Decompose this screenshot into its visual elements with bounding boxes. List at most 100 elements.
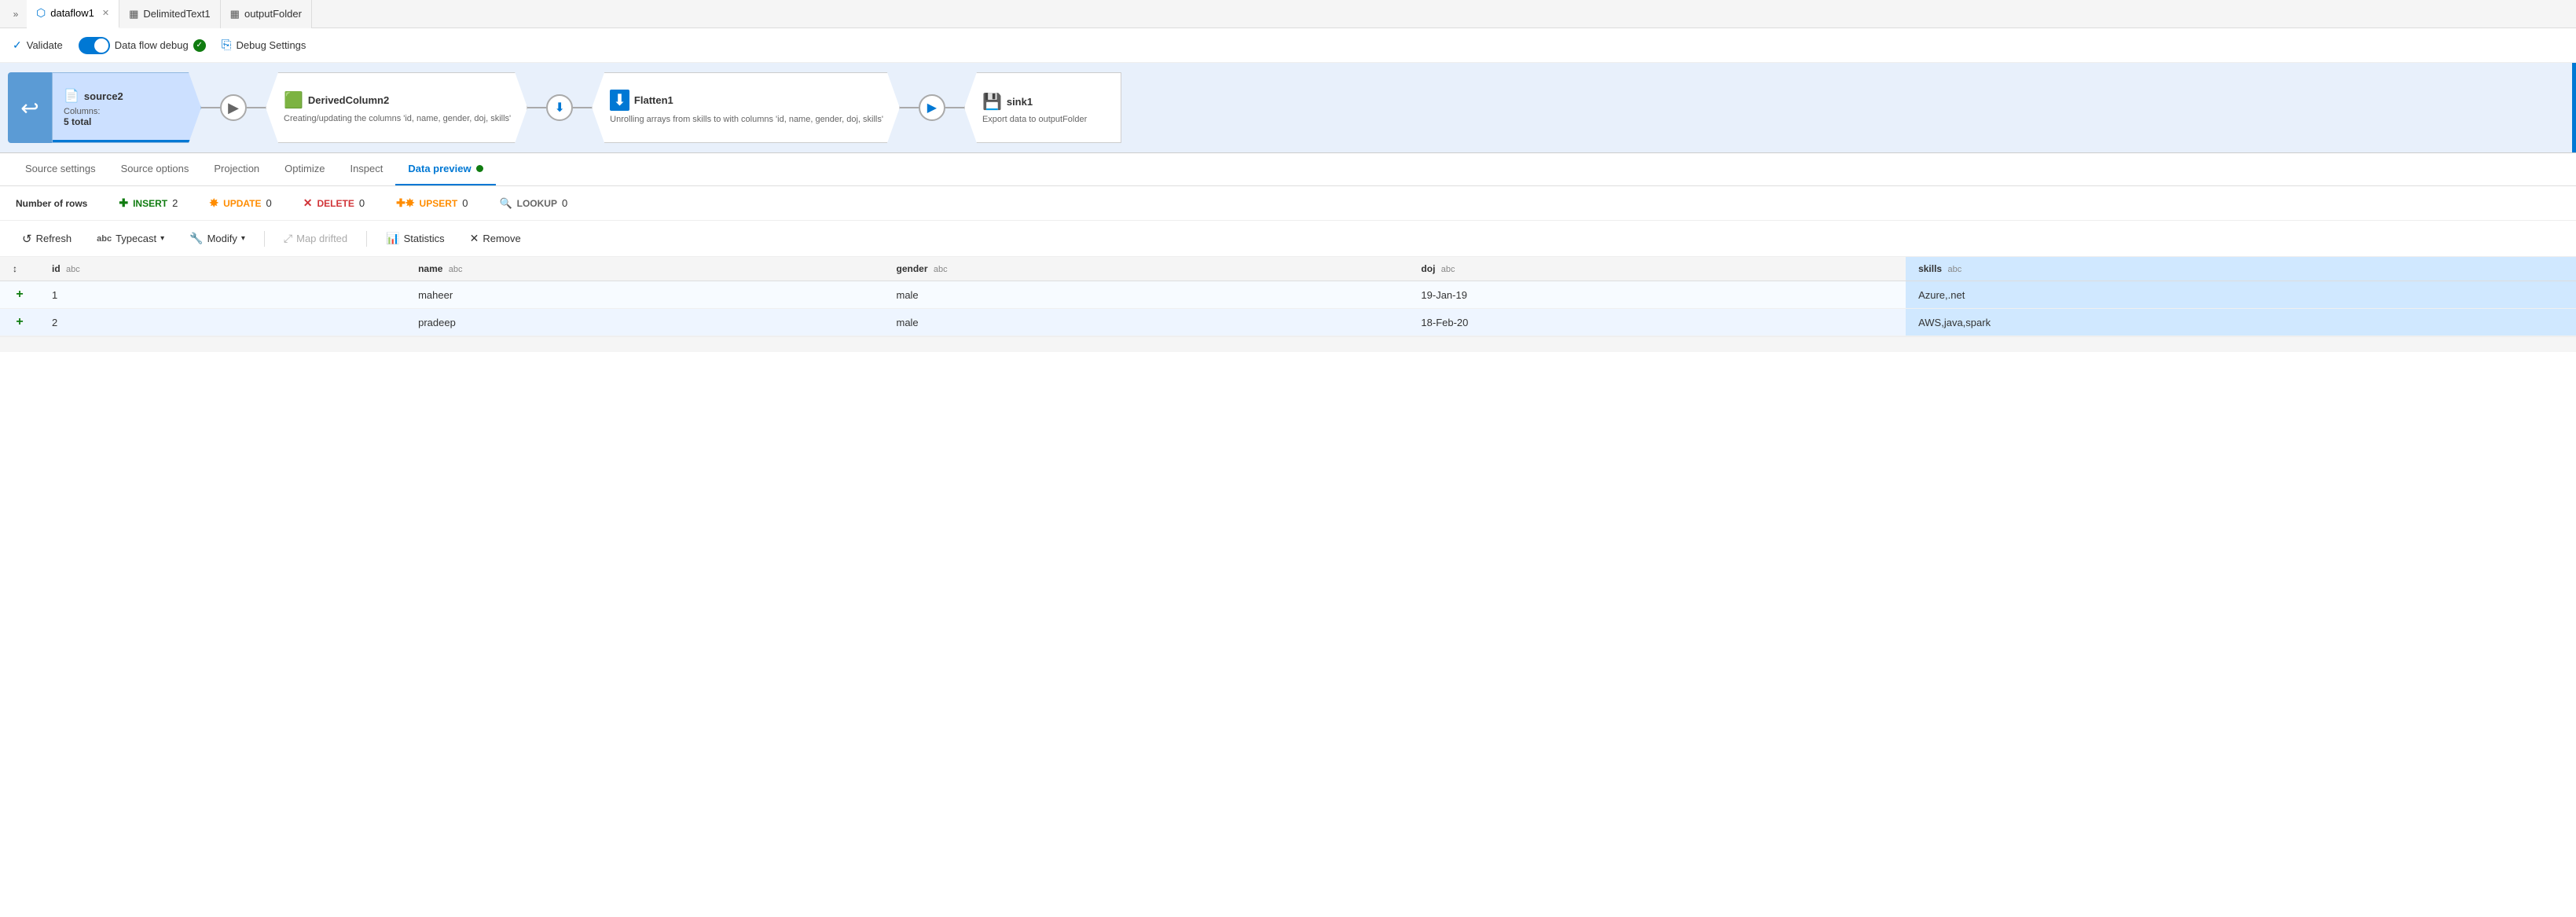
tab-inspect[interactable]: Inspect [337, 152, 395, 185]
row2-id: 2 [39, 309, 405, 336]
col-skills-label: skills [1918, 263, 1942, 274]
sink-node-subtitle: Export data to outputFolder [982, 115, 1105, 124]
tab-optimize[interactable]: Optimize [272, 152, 337, 185]
row2-gender: male [883, 309, 1408, 336]
tab-dataflow1[interactable]: ⬡ dataflow1 ✕ [27, 0, 119, 28]
tab-source-settings[interactable]: Source settings [13, 152, 108, 185]
delete-label: DELETE [317, 198, 354, 209]
row1-name: maheer [405, 281, 883, 309]
derived-node-title: DerivedColumn2 [308, 94, 389, 106]
col-doj-label: doj [1421, 263, 1435, 274]
derived-column-node[interactable]: 🟩 DerivedColumn2 Creating/updating the c… [266, 72, 527, 143]
table-row: + 1 maheer male 19-Jan-19 Azure,.net [0, 281, 2576, 309]
tab-outputfolder[interactable]: ▦ outputFolder [221, 0, 312, 28]
source2-title[interactable]: source2 [84, 90, 123, 102]
row2-skills: AWS,java,spark [1906, 309, 2576, 336]
col-header-skills[interactable]: skills abc [1906, 257, 2576, 281]
tab-delimitedtext1[interactable]: ▦ DelimitedText1 [119, 0, 221, 28]
data-table: ↕ id abc name abc gender abc doj abc [0, 257, 2576, 336]
upsert-stat: ✚✸ UPSERT 0 [396, 196, 468, 210]
modify-button[interactable]: 🔧 Modify ▾ [183, 229, 251, 248]
col-header-name[interactable]: name abc [405, 257, 883, 281]
inspect-label: Inspect [350, 163, 383, 174]
data-preview-active-dot [476, 165, 483, 172]
sink1-node[interactable]: 💾 sink1 Export data to outputFolder [964, 72, 1121, 143]
validate-label: Validate [27, 39, 63, 51]
col-header-gender[interactable]: gender abc [883, 257, 1408, 281]
row2-insert-icon: + [0, 309, 39, 336]
source2-subtitle: Columns: [64, 107, 185, 116]
flatten1-node[interactable]: ⬇ Flatten1 Unrolling arrays from skills … [592, 72, 900, 143]
remove-label: Remove [483, 233, 520, 244]
lookup-label: LOOKUP [517, 198, 557, 209]
col-header-doj[interactable]: doj abc [1408, 257, 1906, 281]
source-settings-label: Source settings [25, 163, 96, 174]
debug-settings-button[interactable]: ⎘ Debug Settings [222, 39, 306, 53]
col-gender-label: gender [896, 263, 927, 274]
rows-label: Number of rows [16, 198, 87, 209]
nav-tabs: Source settings Source options Projectio… [0, 153, 2576, 186]
output-tab-icon: ▦ [230, 8, 240, 20]
modify-dropdown-icon: ▾ [241, 234, 245, 243]
col-header-id[interactable]: id abc [39, 257, 405, 281]
debug-toggle[interactable] [79, 37, 110, 54]
tab-data-preview[interactable]: Data preview [395, 152, 495, 185]
statistics-button[interactable]: 📊 Statistics [380, 229, 450, 248]
source-options-label: Source options [121, 163, 189, 174]
tab-source-options[interactable]: Source options [108, 152, 202, 185]
col-doj-type: abc [1441, 265, 1455, 274]
scroll-area [0, 336, 2576, 352]
tab-dataflow1-label: dataflow1 [50, 7, 94, 19]
map-drifted-label: Map drifted [296, 233, 347, 244]
data-table-wrapper: ↕ id abc name abc gender abc doj abc [0, 257, 2576, 336]
typecast-button[interactable]: abc Typecast ▾ [90, 229, 171, 248]
sink-node-icon: 💾 [982, 92, 1002, 112]
insert-label: INSERT [133, 198, 167, 209]
refresh-button[interactable]: ↺ Refresh [16, 229, 78, 249]
delete-stat: ✕ DELETE 0 [303, 196, 365, 210]
table-header-row: ↕ id abc name abc gender abc doj abc [0, 257, 2576, 281]
debug-active-badge: ✓ [193, 39, 206, 52]
typecast-abc-icon: abc [97, 234, 112, 244]
collapse-button[interactable]: » [5, 3, 27, 25]
flatten-node-title: Flatten1 [634, 94, 673, 106]
modify-label: Modify [207, 233, 237, 244]
debug-settings-icon: ⎘ [222, 39, 232, 53]
debug-toggle-group: Data flow debug ✓ [79, 37, 206, 54]
action-separator2 [366, 231, 367, 247]
derived-node-subtitle: Creating/updating the columns 'id, name,… [284, 113, 511, 124]
tab-dataflow1-close[interactable]: ✕ [102, 8, 109, 18]
delete-x-icon: ✕ [303, 196, 313, 210]
refresh-icon: ↺ [22, 232, 32, 246]
statistics-label: Statistics [404, 233, 445, 244]
update-count: 0 [266, 197, 272, 209]
projection-label: Projection [214, 163, 259, 174]
statistics-icon: 📊 [386, 232, 399, 245]
col-skills-type: abc [1947, 265, 1961, 274]
source2-file-icon: 📄 [64, 88, 79, 104]
map-drifted-button[interactable]: ⤢ Map drifted [277, 229, 354, 248]
update-star-icon: ✸ [209, 196, 218, 210]
tab-bar: » ⬡ dataflow1 ✕ ▦ DelimitedText1 ▦ outpu… [0, 0, 2576, 28]
validate-button[interactable]: ✓ Validate [13, 39, 63, 52]
canvas-right-border [2572, 63, 2576, 152]
main-toolbar: ✓ Validate Data flow debug ✓ ⎘ Debug Set… [0, 28, 2576, 63]
insert-stat: ✚ INSERT 2 [119, 196, 178, 210]
row1-id: 1 [39, 281, 405, 309]
row1-doj: 19-Jan-19 [1408, 281, 1906, 309]
col-name-type: abc [449, 265, 463, 274]
flatten-node-subtitle: Unrolling arrays from skills to with col… [610, 114, 883, 125]
lookup-stat: 🔍 LOOKUP 0 [499, 197, 567, 210]
tab-projection[interactable]: Projection [201, 152, 272, 185]
col-id-label: id [52, 263, 61, 274]
sink-node-title: sink1 [1007, 96, 1033, 108]
update-label: UPDATE [223, 198, 261, 209]
refresh-label: Refresh [36, 233, 72, 244]
lookup-count: 0 [562, 197, 567, 209]
update-stat: ✸ UPDATE 0 [209, 196, 271, 210]
row1-gender: male [883, 281, 1408, 309]
connector2-icon: ⬇ [554, 100, 564, 116]
upsert-star-icon: ✚✸ [396, 196, 414, 210]
sort-icon: ↕ [13, 263, 17, 274]
remove-button[interactable]: ✕ Remove [464, 229, 527, 248]
